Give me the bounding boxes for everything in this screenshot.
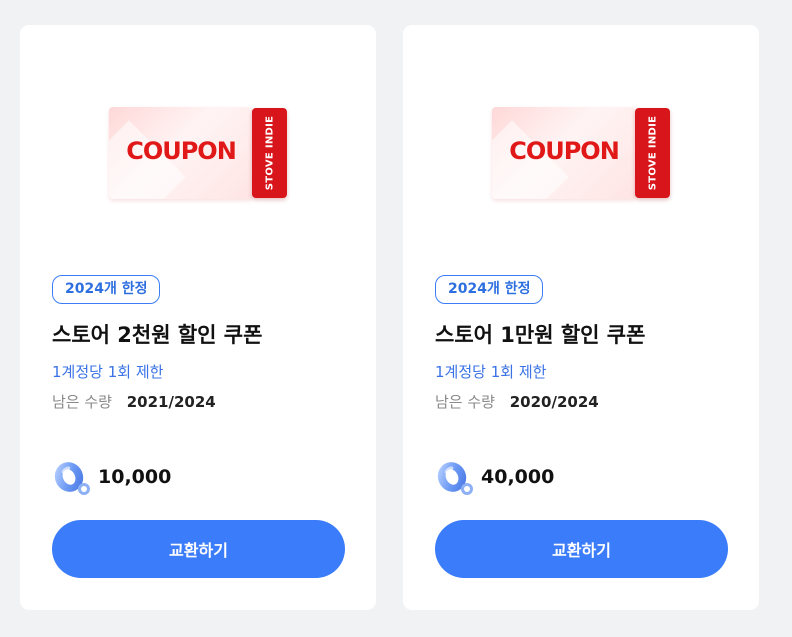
coupon-title: 스토어 1만원 할인 쿠폰 (435, 323, 646, 347)
price-value: 10,000 (98, 466, 172, 488)
coupon-stub: STOVE INDIE (635, 108, 670, 198)
coupon-word: COUPON (126, 137, 237, 165)
coupon-ticket: COUPON (492, 107, 636, 199)
coupon-card[interactable]: COUPON STOVE INDIE 2024개 한정 스토어 1만원 할인 쿠… (403, 25, 759, 610)
remaining-row: 남은 수량 2020/2024 (435, 391, 599, 412)
remaining-label: 남은 수량 (52, 393, 112, 411)
coupon-image: COUPON STOVE INDIE (492, 107, 672, 201)
remaining-label: 남은 수량 (435, 393, 495, 411)
exchange-button[interactable]: 교환하기 (435, 520, 728, 578)
account-limit-text: 1계정당 1회 제한 (435, 363, 547, 381)
coupon-brand: STOVE INDIE (264, 115, 275, 191)
remaining-value: 2021/2024 (126, 393, 216, 411)
coin-icon (54, 462, 90, 495)
coupon-image: COUPON STOVE INDIE (109, 107, 289, 201)
remaining-row: 남은 수량 2021/2024 (52, 391, 216, 412)
price-value: 40,000 (481, 466, 555, 488)
coupon-ticket: COUPON (109, 107, 253, 199)
coupon-stub: STOVE INDIE (252, 108, 287, 198)
account-limit-text: 1계정당 1회 제한 (52, 363, 164, 381)
price-row: 40,000 (435, 458, 554, 496)
exchange-button[interactable]: 교환하기 (52, 520, 345, 578)
remaining-value: 2020/2024 (509, 393, 599, 411)
coin-icon (437, 462, 473, 495)
coupon-word: COUPON (509, 137, 620, 165)
price-row: 10,000 (52, 458, 171, 496)
coupon-title: 스토어 2천원 할인 쿠폰 (52, 323, 263, 347)
coupon-card[interactable]: COUPON STOVE INDIE 2024개 한정 스토어 2천원 할인 쿠… (20, 25, 376, 610)
coupon-grid: COUPON STOVE INDIE 2024개 한정 스토어 2천원 할인 쿠… (20, 25, 759, 610)
limit-badge: 2024개 한정 (435, 275, 544, 304)
coupon-brand: STOVE INDIE (647, 115, 658, 191)
limit-badge: 2024개 한정 (52, 275, 161, 304)
